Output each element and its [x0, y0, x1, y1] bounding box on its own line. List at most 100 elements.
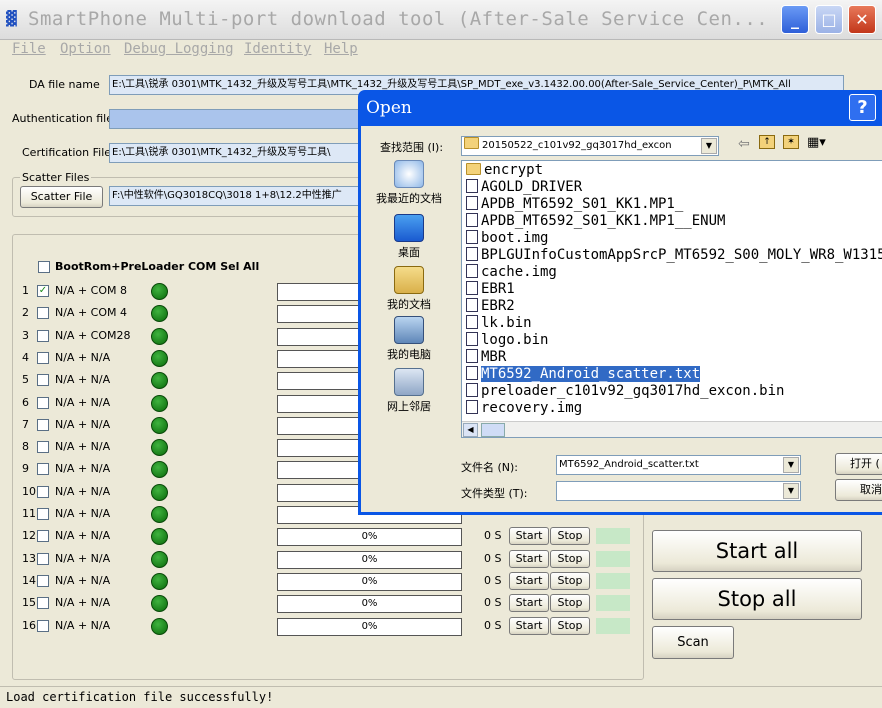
- file-item[interactable]: APDB_MT6592_S01_KK1.MP1__ENUM: [466, 213, 725, 230]
- file-item[interactable]: BPLGUInfoCustomAppSrcP_MT6592_S00_MOLY_W…: [466, 247, 882, 264]
- place-network[interactable]: 网上邻居: [364, 368, 454, 414]
- file-item[interactable]: AGOLD_DRIVER: [466, 179, 582, 196]
- file-name: MT6592_Android_scatter.txt: [481, 366, 701, 382]
- port-checkbox[interactable]: [37, 485, 49, 498]
- scatter-file-button[interactable]: Scatter File: [20, 186, 103, 208]
- back-icon[interactable]: ⇦: [738, 136, 750, 152]
- stop-button[interactable]: Stop: [550, 527, 590, 546]
- place-recent-label: 我最近的文档: [376, 192, 442, 205]
- chevron-down-icon[interactable]: ▼: [701, 138, 717, 154]
- auth-file-field[interactable]: [109, 109, 369, 129]
- select-all-checkbox[interactable]: [38, 261, 50, 273]
- close-button[interactable]: ✕: [848, 5, 876, 34]
- place-desktop[interactable]: 桌面: [364, 214, 454, 260]
- filetype-combo[interactable]: ▼: [556, 481, 801, 501]
- start-button[interactable]: Start: [509, 571, 549, 590]
- port-label: N/A + N/A: [55, 350, 111, 364]
- file-item[interactable]: APDB_MT6592_S01_KK1.MP1_: [466, 196, 683, 213]
- port-number: 13: [22, 551, 36, 565]
- menu-help[interactable]: Help: [324, 41, 358, 57]
- port-checkbox[interactable]: ✓: [37, 285, 49, 297]
- start-button[interactable]: Start: [509, 549, 549, 568]
- port-checkbox[interactable]: [37, 597, 49, 610]
- file-item[interactable]: recovery.img: [466, 400, 582, 417]
- filename-combo[interactable]: MT6592_Android_scatter.txt ▼: [556, 455, 801, 475]
- places-bar: 我最近的文档 桌面 我的文档 我的电脑 网上邻居: [364, 156, 454, 416]
- menu-file[interactable]: File: [12, 41, 46, 57]
- port-checkbox[interactable]: [37, 374, 49, 387]
- filename-label: 文件名 (N):: [461, 461, 519, 474]
- chevron-down-icon[interactable]: ▼: [783, 457, 799, 473]
- place-documents-label: 我的文档: [387, 298, 431, 311]
- scan-button[interactable]: Scan: [652, 626, 734, 659]
- stop-button[interactable]: Stop: [550, 594, 590, 613]
- dialog-body: 查找范围 (I): 20150522_c101v92_gq3017hd_exco…: [361, 126, 882, 512]
- port-checkbox[interactable]: [37, 418, 49, 431]
- file-icon: [466, 366, 478, 380]
- file-item[interactable]: preloader_c101v92_gq3017hd_excon.bin: [466, 383, 784, 400]
- port-number: 12: [22, 529, 36, 543]
- up-folder-icon[interactable]: ↑: [759, 135, 775, 149]
- cancel-button[interactable]: 取消: [835, 479, 882, 501]
- start-button[interactable]: Start: [509, 594, 549, 613]
- port-checkbox[interactable]: [37, 508, 49, 520]
- menu-identity[interactable]: Identity: [244, 41, 311, 57]
- port-checkbox[interactable]: [37, 530, 49, 543]
- file-item[interactable]: logo.bin: [466, 332, 548, 349]
- place-recent[interactable]: 我最近的文档: [364, 160, 454, 206]
- cert-file-field[interactable]: E:\工具\锐承 0301\MTK_1432_升级及写号工具\: [109, 143, 369, 163]
- stop-all-button[interactable]: Stop all: [652, 578, 862, 620]
- port-checkbox[interactable]: [37, 307, 49, 320]
- place-computer[interactable]: 我的电脑: [364, 316, 454, 362]
- status-indicator: [596, 572, 630, 589]
- port-checkbox[interactable]: [37, 396, 49, 409]
- port-checkbox[interactable]: [37, 619, 49, 632]
- scroll-thumb[interactable]: [481, 423, 505, 437]
- file-item[interactable]: EBR2: [466, 298, 515, 315]
- minimize-button[interactable]: _: [781, 5, 809, 34]
- scroll-left-icon[interactable]: ◀: [463, 423, 478, 437]
- port-number: 11: [22, 507, 36, 520]
- menu-debug-logging[interactable]: Debug Logging: [124, 41, 234, 57]
- port-checkbox[interactable]: [37, 552, 49, 565]
- file-item[interactable]: encrypt: [466, 162, 543, 179]
- start-all-button[interactable]: Start all: [652, 530, 862, 572]
- place-documents[interactable]: 我的文档: [364, 266, 454, 312]
- port-checkbox[interactable]: [37, 441, 49, 454]
- start-button[interactable]: Start: [509, 616, 549, 635]
- new-folder-icon[interactable]: ✶: [783, 135, 799, 149]
- dialog-help-button[interactable]: ?: [849, 94, 876, 121]
- file-item[interactable]: cache.img: [466, 264, 557, 281]
- maximize-button[interactable]: □: [815, 5, 843, 34]
- port-checkbox[interactable]: [37, 574, 49, 587]
- look-in-value: 20150522_c101v92_gq3017hd_excon: [482, 140, 672, 151]
- file-name: BPLGUInfoCustomAppSrcP_MT6592_S00_MOLY_W…: [481, 247, 882, 263]
- start-button[interactable]: Start: [509, 527, 549, 546]
- stop-button[interactable]: Stop: [550, 616, 590, 635]
- scatter-file-field[interactable]: F:\中性软件\GQ3018CQ\3018 1+8\12.2中性推广: [109, 186, 369, 206]
- file-item[interactable]: MBR: [466, 349, 506, 366]
- view-menu-icon[interactable]: ▦▾: [807, 135, 826, 150]
- port-checkbox[interactable]: [37, 329, 49, 342]
- look-in-combo[interactable]: 20150522_c101v92_gq3017hd_excon ▼: [461, 136, 719, 156]
- stop-button[interactable]: Stop: [550, 571, 590, 590]
- port-checkbox[interactable]: [37, 463, 49, 476]
- file-item[interactable]: boot.img: [466, 230, 548, 247]
- chevron-down-icon[interactable]: ▼: [783, 483, 799, 499]
- horizontal-scrollbar[interactable]: ◀: [462, 421, 882, 437]
- status-led-icon: [151, 595, 168, 613]
- file-icon: [466, 315, 478, 329]
- filetype-label: 文件类型 (T):: [461, 487, 528, 500]
- file-item[interactable]: EBR1: [466, 281, 515, 298]
- port-label: N/A + N/A: [55, 462, 111, 476]
- status-indicator: [596, 550, 630, 567]
- open-button[interactable]: 打开 (: [835, 453, 882, 475]
- place-computer-label: 我的电脑: [387, 348, 431, 361]
- file-list[interactable]: encrypt AGOLD_DRIVER APDB_MT6592_S01_KK1.M…: [461, 160, 882, 438]
- stop-button[interactable]: Stop: [550, 549, 590, 568]
- port-checkbox[interactable]: [37, 351, 49, 364]
- file-icon: [466, 264, 478, 278]
- menu-option[interactable]: Option: [60, 41, 111, 57]
- file-item[interactable]: lk.bin: [466, 315, 532, 332]
- file-item[interactable]: MT6592_Android_scatter.txt: [466, 366, 701, 383]
